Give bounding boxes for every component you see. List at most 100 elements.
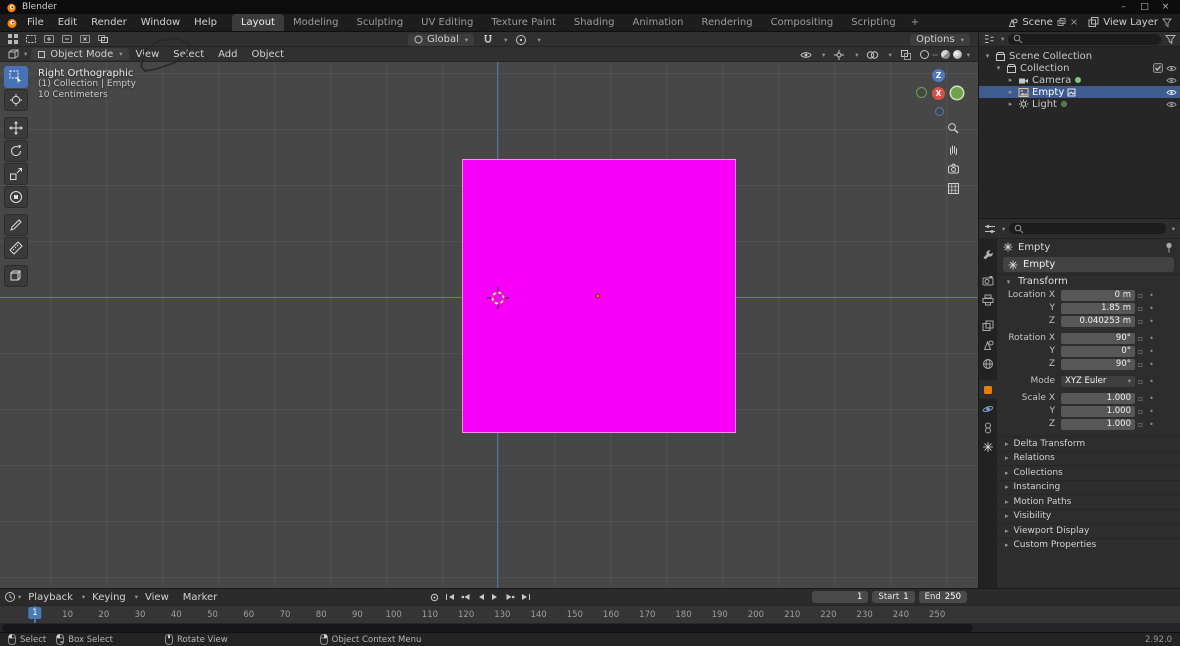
disclosure-icon[interactable] xyxy=(1006,88,1015,96)
workspace-tab-sculpting[interactable]: Sculpting xyxy=(347,14,412,31)
location-y-input[interactable]: 1.85 m xyxy=(1061,302,1135,314)
workspace-tab-rendering[interactable]: Rendering xyxy=(692,14,761,31)
filter-chevron-icon[interactable] xyxy=(1172,225,1175,233)
menu-timeline-view[interactable]: View xyxy=(138,589,176,605)
override-icon[interactable] xyxy=(1135,420,1146,429)
tab-output[interactable] xyxy=(979,290,997,309)
outliner-editor-icon[interactable] xyxy=(983,33,995,45)
animate-icon[interactable] xyxy=(1146,394,1157,403)
end-frame-field[interactable]: End 250 xyxy=(918,591,967,603)
panel-delta-transform[interactable]: Delta Transform xyxy=(997,436,1180,451)
outliner-row-collection[interactable]: Collection xyxy=(979,62,1180,74)
tab-view-layer[interactable] xyxy=(979,316,997,335)
tab-tool[interactable] xyxy=(979,245,997,264)
annotate-tool[interactable] xyxy=(4,214,28,236)
panel-collections[interactable]: Collections xyxy=(997,465,1180,480)
location-z-input[interactable]: 0.040253 m xyxy=(1061,315,1135,327)
animate-icon[interactable] xyxy=(1146,291,1157,300)
options-dropdown[interactable]: Options xyxy=(910,33,970,46)
eye-icon[interactable] xyxy=(1166,88,1177,97)
workspace-tab-compositing[interactable]: Compositing xyxy=(762,14,843,31)
filter-icon[interactable] xyxy=(1162,18,1172,28)
location-x-input[interactable]: 0 m xyxy=(1061,289,1135,301)
auto-keyframe-icon[interactable] xyxy=(430,593,439,602)
menu-edit[interactable]: Edit xyxy=(51,14,84,31)
scale-tool[interactable] xyxy=(4,163,28,185)
animate-icon[interactable] xyxy=(1146,377,1157,386)
measure-tool[interactable] xyxy=(4,237,28,259)
timeline-ruler[interactable]: 1 10 20 30 40 50 60 70 80 90 100 110 120 130 140 150 16… xyxy=(0,605,1180,624)
animate-icon[interactable] xyxy=(1146,347,1157,356)
close-button[interactable]: × xyxy=(1157,2,1174,12)
properties-search-input[interactable] xyxy=(1009,223,1166,234)
properties-editor-icon[interactable] xyxy=(984,223,996,235)
scene-selector[interactable]: Scene × xyxy=(1007,17,1078,28)
shading-material-icon[interactable] xyxy=(940,50,950,59)
transform-orientation-dropdown[interactable]: Global xyxy=(408,33,475,46)
menu-marker[interactable]: Marker xyxy=(176,589,225,605)
start-frame-field[interactable]: Start 1 xyxy=(872,591,915,603)
eye-icon[interactable] xyxy=(1166,64,1177,73)
proportional-settings-chevron-icon[interactable] xyxy=(537,36,540,44)
playhead-frame-label[interactable]: 1 xyxy=(28,607,42,619)
snap-settings-chevron-icon[interactable] xyxy=(504,36,507,44)
panel-instancing[interactable]: Instancing xyxy=(997,479,1180,494)
animate-icon[interactable] xyxy=(1146,407,1157,416)
gizmos-toggle-icon[interactable] xyxy=(830,48,848,61)
tab-physics[interactable] xyxy=(979,399,997,418)
outliner-row-light[interactable]: Light xyxy=(979,98,1180,110)
override-icon[interactable] xyxy=(1135,317,1146,326)
shading-rendered-icon[interactable] xyxy=(952,50,962,59)
navigation-gizmo[interactable]: Z X xyxy=(914,68,964,118)
outliner-search-input[interactable] xyxy=(1008,33,1161,45)
editor-type-icon[interactable] xyxy=(4,33,22,46)
camera-view-icon[interactable] xyxy=(945,160,962,177)
animate-icon[interactable] xyxy=(1146,420,1157,429)
3d-viewport[interactable]: Right Orthographic (1) Collection | Empt… xyxy=(0,62,978,588)
viewport-editor-type-icon[interactable] xyxy=(4,48,22,61)
transform-tool[interactable] xyxy=(4,186,28,208)
cursor-tool[interactable] xyxy=(4,89,28,111)
menu-keying[interactable]: Keying xyxy=(85,589,133,605)
scrollbar-handle[interactable] xyxy=(2,624,973,632)
select-mode-invert-icon[interactable] xyxy=(76,33,94,46)
next-keyframe-icon[interactable] xyxy=(505,593,515,601)
override-icon[interactable] xyxy=(1135,407,1146,416)
shading-wireframe-icon[interactable] xyxy=(919,50,929,59)
panel-relations[interactable]: Relations xyxy=(997,450,1180,465)
disclosure-icon[interactable] xyxy=(1006,100,1015,108)
workspace-tab-scripting[interactable]: Scripting xyxy=(842,14,904,31)
scale-x-input[interactable]: 1.000 xyxy=(1061,392,1135,404)
override-icon[interactable] xyxy=(1135,377,1146,386)
override-icon[interactable] xyxy=(1135,291,1146,300)
rotate-tool[interactable] xyxy=(4,140,28,162)
scale-z-input[interactable]: 1.000 xyxy=(1061,418,1135,430)
current-frame-field[interactable]: 1 xyxy=(812,591,869,603)
disclosure-icon[interactable] xyxy=(983,52,992,60)
view-layer-selector[interactable]: View Layer xyxy=(1088,17,1172,28)
panel-viewport-display[interactable]: Viewport Display xyxy=(997,523,1180,538)
override-icon[interactable] xyxy=(1135,334,1146,343)
animate-icon[interactable] xyxy=(1146,360,1157,369)
show-hide-dropdown-icon[interactable] xyxy=(797,48,815,61)
outliner-row-camera[interactable]: Camera xyxy=(979,74,1180,86)
gizmo-y-neg-axis[interactable] xyxy=(916,87,927,98)
rotation-z-input[interactable]: 90° xyxy=(1061,358,1135,370)
gizmo-y-axis[interactable] xyxy=(951,87,963,99)
xray-toggle-icon[interactable] xyxy=(897,48,915,61)
tab-scene[interactable] xyxy=(979,335,997,354)
disclosure-icon[interactable] xyxy=(994,64,1003,72)
mode-dropdown[interactable]: Object Mode xyxy=(31,48,129,60)
outliner-row-scene-collection[interactable]: Scene Collection xyxy=(979,50,1180,62)
outliner-row-empty[interactable]: Empty xyxy=(979,86,1180,98)
exclude-checkbox-icon[interactable] xyxy=(1153,63,1163,73)
gizmo-z-neg-axis[interactable] xyxy=(935,107,944,116)
transform-panel-header[interactable]: Transform xyxy=(997,274,1180,288)
timeline-editor-icon[interactable] xyxy=(4,591,16,603)
animate-icon[interactable] xyxy=(1146,334,1157,343)
zoom-icon[interactable] xyxy=(945,120,962,137)
tab-render[interactable] xyxy=(979,271,997,290)
panel-custom-properties[interactable]: Custom Properties xyxy=(997,537,1180,552)
select-mode-extend-icon[interactable] xyxy=(40,33,58,46)
play-icon[interactable] xyxy=(491,593,499,601)
